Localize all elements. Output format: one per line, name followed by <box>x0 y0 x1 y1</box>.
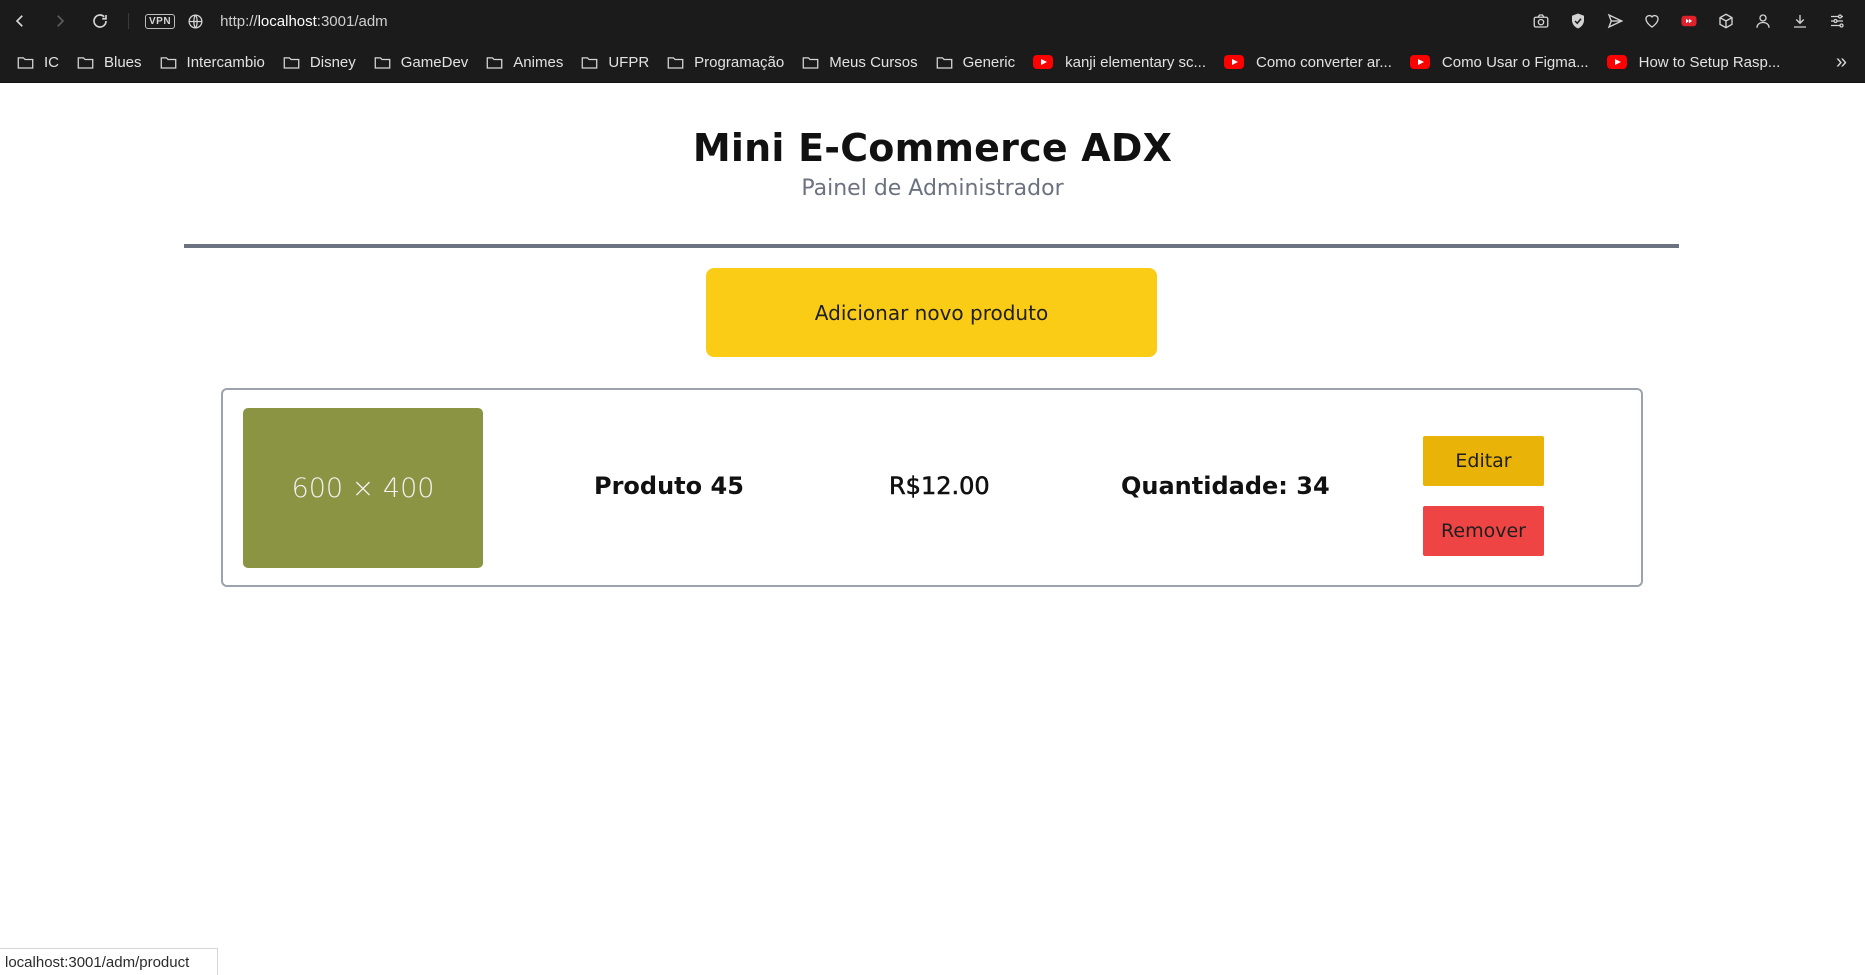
product-name: Produto 45 <box>594 472 744 500</box>
bookmark-item[interactable]: Como Usar o Figma... <box>1401 42 1598 83</box>
favorites-button[interactable] <box>1633 0 1670 42</box>
media-player-icon <box>1681 15 1696 27</box>
vpn-badge[interactable]: VPN <box>145 13 176 29</box>
url-rest: :3001/adm <box>316 12 388 30</box>
add-product-button[interactable]: Adicionar novo produto <box>706 268 1157 357</box>
folder-icon <box>17 56 34 69</box>
bookmark-item[interactable]: Blues <box>68 42 151 83</box>
profile-button[interactable] <box>1744 0 1781 42</box>
globe-icon <box>188 13 203 29</box>
page-subtitle: Painel de Administrador <box>801 176 1064 201</box>
reload-button[interactable] <box>80 0 120 42</box>
bookmark-label: Disney <box>309 53 356 71</box>
player-button[interactable] <box>1670 0 1707 42</box>
forward-button[interactable] <box>40 0 80 42</box>
youtube-icon <box>1033 55 1054 69</box>
folder-icon <box>936 56 952 69</box>
toolbar-separator <box>128 13 129 29</box>
folder-icon <box>77 56 94 69</box>
product-image-placeholder: 600 × 400 <box>243 408 483 568</box>
url-host: localhost <box>257 12 317 30</box>
bookmark-item[interactable]: kanji elementary sc... <box>1024 42 1215 83</box>
bookmark-label: Intercambio <box>186 53 265 71</box>
toolbar-right-icons <box>1522 0 1855 42</box>
youtube-icon <box>1409 55 1430 69</box>
back-button[interactable] <box>0 0 40 42</box>
bookmark-label: Como converter ar... <box>1256 53 1392 71</box>
bookmark-item[interactable]: Generic <box>927 42 1025 83</box>
folder-icon <box>486 56 503 69</box>
folder-icon <box>667 56 684 69</box>
folder-icon <box>374 56 391 69</box>
bookmark-item[interactable]: GameDev <box>365 42 478 83</box>
page-title: Mini E-Commerce ADX <box>692 126 1173 170</box>
sliders-icon <box>1830 14 1844 28</box>
bookmark-label: UFPR <box>608 53 650 71</box>
product-quantity: Quantidade: 34 <box>1121 472 1330 500</box>
page-content: Mini E-Commerce ADX Painel de Administra… <box>0 84 1865 975</box>
bookmark-label: Blues <box>104 53 142 71</box>
reload-icon <box>93 14 107 28</box>
forward-arrow-icon <box>57 15 65 27</box>
bookmark-label: Programação <box>694 53 785 71</box>
downloads-button[interactable] <box>1781 0 1818 42</box>
folder-icon <box>160 56 176 69</box>
cube-icon <box>1718 13 1733 29</box>
site-info-button[interactable] <box>187 13 204 30</box>
bookmarks-bar: IC Blues Intercambio Disney GameDev Animes UFP… <box>0 42 1865 83</box>
bookmark-label: IC <box>44 53 59 71</box>
folder-icon <box>802 56 819 69</box>
edit-product-button[interactable]: Editar <box>1423 436 1544 486</box>
bookmark-label: kanji elementary sc... <box>1065 53 1206 71</box>
heart-icon <box>1644 14 1659 28</box>
youtube-icon <box>1606 55 1627 69</box>
bookmark-item[interactable]: How to Setup Rasp... <box>1598 42 1790 83</box>
header-divider <box>184 244 1679 248</box>
youtube-icon <box>1224 55 1244 69</box>
easy-setup-button[interactable] <box>1818 0 1855 42</box>
bookmark-item[interactable]: IC <box>8 42 68 83</box>
bookmark-label: Como Usar o Figma... <box>1441 53 1589 71</box>
bookmark-label: Generic <box>962 53 1016 71</box>
bookmark-label: GameDev <box>400 53 469 71</box>
product-card: 600 × 400 Produto 45 R$12.00 Quantidade:… <box>221 388 1643 587</box>
folder-icon <box>283 56 300 69</box>
bookmark-label: Animes <box>513 53 564 71</box>
product-price: R$12.00 <box>889 472 990 501</box>
bookmark-item[interactable]: UFPR <box>572 42 658 83</box>
remove-product-button[interactable]: Remover <box>1423 506 1544 556</box>
adblock-button[interactable] <box>1559 0 1596 42</box>
bookmark-item[interactable]: Animes <box>477 42 572 83</box>
camera-icon <box>1533 14 1548 28</box>
send-icon <box>1607 13 1623 29</box>
bookmark-item[interactable]: Programação <box>658 42 793 83</box>
send-button[interactable] <box>1596 0 1633 42</box>
snapshot-button[interactable] <box>1522 0 1559 42</box>
browser-toolbar: VPN http://localhost:3001/adm <box>0 0 1865 42</box>
bookmark-item[interactable]: Intercambio <box>151 42 274 83</box>
url-prefix: http:// <box>220 12 258 30</box>
user-icon <box>1755 14 1770 28</box>
address-bar[interactable]: http://localhost:3001/adm <box>220 13 388 30</box>
bookmark-item[interactable]: Disney <box>274 42 365 83</box>
bookmark-item[interactable]: Como converter ar... <box>1215 42 1401 83</box>
shield-check-icon <box>1571 13 1584 29</box>
bookmarks-overflow-button[interactable]: » <box>1836 42 1847 83</box>
link-status-bar: localhost:3001/adm/product <box>0 948 218 975</box>
bookmark-label: How to Setup Rasp... <box>1638 53 1781 71</box>
extensions-button[interactable] <box>1707 0 1744 42</box>
download-icon <box>1793 15 1806 28</box>
bookmark-label: Meus Cursos <box>829 53 918 71</box>
bookmark-item[interactable]: Meus Cursos <box>793 42 926 83</box>
folder-icon <box>581 56 598 69</box>
back-arrow-icon <box>15 15 23 27</box>
